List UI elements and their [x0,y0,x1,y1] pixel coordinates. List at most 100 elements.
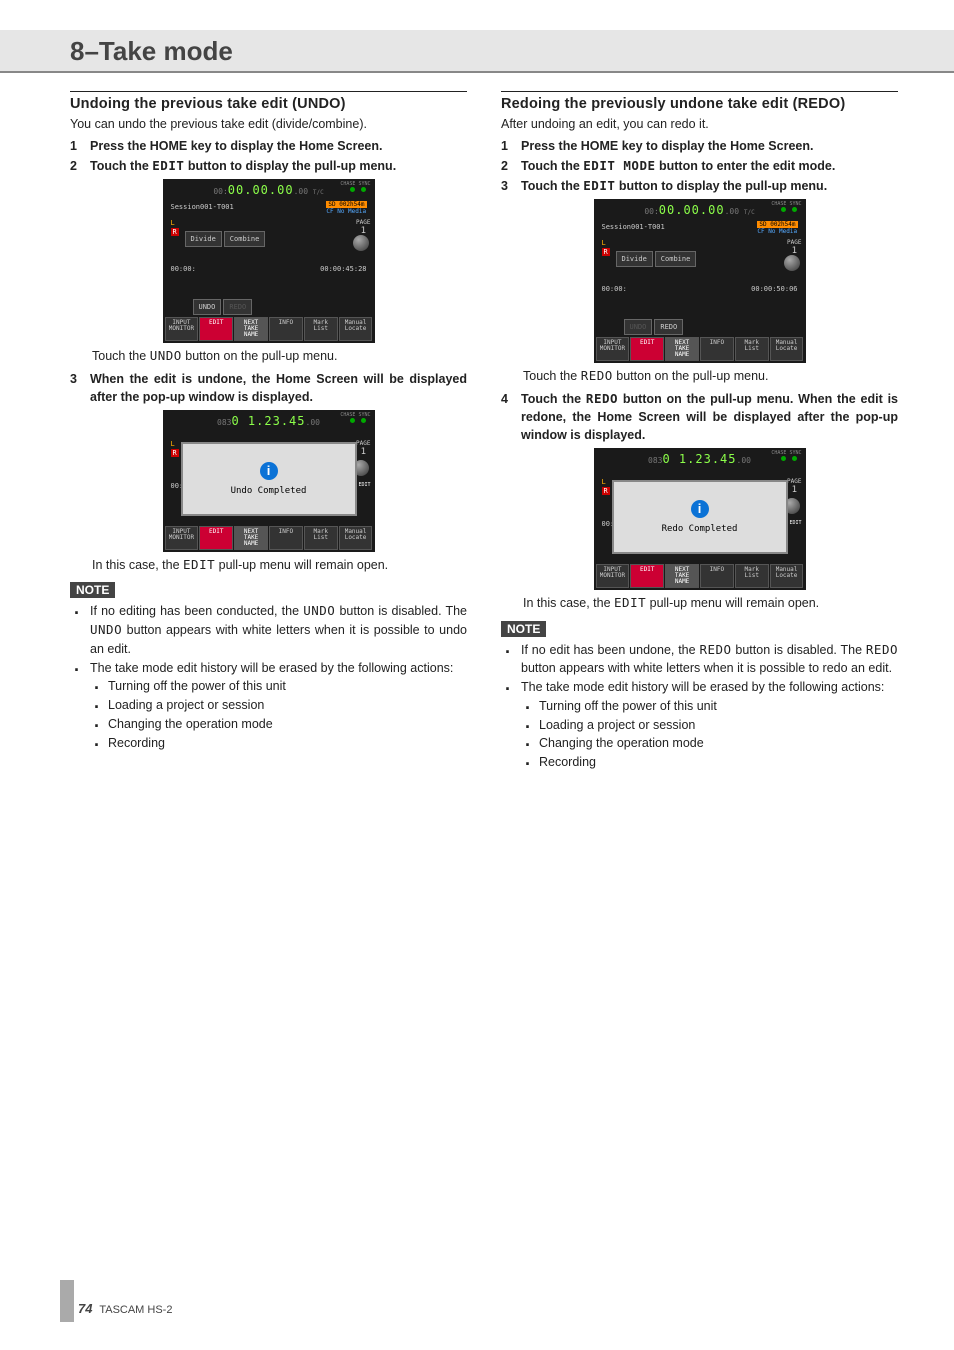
next-take-name-button[interactable]: NEXT TAKE NAME [665,337,699,361]
info-button[interactable]: INFO [269,317,303,341]
note-item: If no edit has been undone, the REDO but… [501,641,898,679]
undo-intro: You can undo the previous take edit (div… [70,116,467,133]
combine-button[interactable]: Combine [224,231,266,247]
info-button[interactable]: INFO [269,526,303,550]
step-text: Press the HOME key to display the Home S… [90,137,467,155]
bottom-buttons: INPUT MONITOR EDIT NEXT TAKE NAME INFO M… [163,526,375,550]
edit-button-row: Divide Combine [185,231,266,247]
mark-list-button[interactable]: Mark List [304,526,338,550]
note-sub-item: Turning off the power of this unit [521,697,898,716]
edit-button[interactable]: EDIT [199,317,233,341]
rule [501,91,898,92]
note-bullets: If no editing has been conducted, the UN… [70,602,467,677]
step-4: 4 Touch the REDO button on the pull-up m… [501,390,898,444]
bottom-buttons: INPUT MONITOR EDIT NEXT TAKE NAME INFO M… [594,337,806,361]
redo-button[interactable]: REDO [654,319,683,335]
manual-locate-button[interactable]: Manual Locate [770,564,804,588]
info-dialog: i Redo Completed [612,480,788,554]
page-indicator: PAGE1 [787,478,801,495]
note-sub-item: Changing the operation mode [521,734,898,753]
remain-time: 00:00:45:28 [320,265,366,273]
step-text: Touch the REDO button on the pull-up men… [521,390,898,444]
step-2: 2 Touch the EDIT MODE button to enter th… [501,157,898,175]
mark-list-button[interactable]: Mark List [735,337,769,361]
step-number: 4 [501,390,521,444]
elapsed-time: 00:00: [602,285,627,293]
caption: Touch the UNDO button on the pull-up men… [92,347,467,366]
info-dialog: i Undo Completed [181,442,357,516]
page-edge-tab [60,1280,74,1322]
undo-redo-row: UNDO REDO [624,319,684,335]
mark-list-button[interactable]: Mark List [735,564,769,588]
step-number: 3 [501,177,521,195]
edit-button[interactable]: EDIT [630,564,664,588]
dialog-text: Undo Completed [231,486,307,496]
column-right: Redoing the previously undone take edit … [501,91,898,772]
caption: In this case, the EDIT pull-up menu will… [523,594,898,613]
screenshot-undo-completed: CHASE SYNC 0830 1.23.45.00 LR PAGE1 00: … [163,410,375,552]
step-1: 1 Press the HOME key to display the Home… [501,137,898,155]
model-name: TASCAM HS-2 [99,1304,172,1316]
info-icon: i [260,462,278,480]
page-indicator: PAGE1 [787,239,801,256]
info-button[interactable]: INFO [700,564,734,588]
manual-locate-button[interactable]: Manual Locate [339,317,373,341]
note-sub-item: Recording [90,734,467,753]
info-button[interactable]: INFO [700,337,734,361]
manual-locate-button[interactable]: Manual Locate [339,526,373,550]
jog-knob[interactable] [353,235,369,251]
page-number: 74 [78,1301,92,1316]
note-sub-item: Recording [521,753,898,772]
elapsed-time: 00:00: [171,265,196,273]
divide-button[interactable]: Divide [185,231,222,247]
undo-steps: 1 Press the HOME key to display the Home… [70,137,467,175]
rule [70,91,467,92]
mark-list-button[interactable]: Mark List [304,317,338,341]
undo-button[interactable]: UNDO [193,299,222,315]
manual-locate-button[interactable]: Manual Locate [770,337,804,361]
info-icon: i [691,500,709,518]
note-label: NOTE [70,582,115,598]
step-number: 2 [501,157,521,175]
jog-knob[interactable] [784,255,800,271]
next-take-name-button[interactable]: NEXT TAKE NAME [665,564,699,588]
page: 8–Take mode Undoing the previous take ed… [0,0,954,1350]
next-take-name-button[interactable]: NEXT TAKE NAME [234,317,268,341]
step-text: When the edit is undone, the Home Screen… [90,370,467,406]
undo-redo-row: UNDO REDO [193,299,253,315]
step-number: 1 [501,137,521,155]
edit-indicator: EDIT [789,520,801,526]
step-text: Press the HOME key to display the Home S… [521,137,898,155]
step-text: Touch the EDIT MODE button to enter the … [521,157,898,175]
divide-button[interactable]: Divide [616,251,653,267]
combine-button[interactable]: Combine [655,251,697,267]
lr-meter: LR [602,239,610,256]
step-number: 2 [70,157,90,175]
redo-heading: Redoing the previously undone take edit … [501,96,898,112]
redo-button: REDO [223,299,252,315]
input-monitor-button[interactable]: INPUT MONITOR [165,526,199,550]
media-status: SD 002h54mCF No Media [757,221,797,235]
input-monitor-button[interactable]: INPUT MONITOR [165,317,199,341]
note-label: NOTE [501,621,546,637]
note-sub-item: Loading a project or session [521,716,898,735]
input-monitor-button[interactable]: INPUT MONITOR [596,564,630,588]
lr-meter: LR [171,440,179,457]
note-sub-bullets: Turning off the power of this unit Loadi… [90,677,467,752]
caption: In this case, the EDIT pull-up menu will… [92,556,467,575]
step-number: 1 [70,137,90,155]
note-item: The take mode edit history will be erase… [501,678,898,697]
next-take-name-button[interactable]: NEXT TAKE NAME [234,526,268,550]
step-text: Touch the EDIT button to display the pul… [521,177,898,195]
redo-intro: After undoing an edit, you can redo it. [501,116,898,133]
edit-button[interactable]: EDIT [199,526,233,550]
timecode-display: 0830 1.23.45.00 [594,452,806,466]
step-text: Touch the EDIT button to display the pul… [90,157,467,175]
chapter-header: 8–Take mode [0,30,954,73]
page-footer: 74 TASCAM HS-2 [78,1301,172,1316]
edit-button-row: Divide Combine [616,251,697,267]
edit-button[interactable]: EDIT [630,337,664,361]
step-1: 1 Press the HOME key to display the Home… [70,137,467,155]
two-column-layout: Undoing the previous take edit (UNDO) Yo… [70,91,898,772]
input-monitor-button[interactable]: INPUT MONITOR [596,337,630,361]
